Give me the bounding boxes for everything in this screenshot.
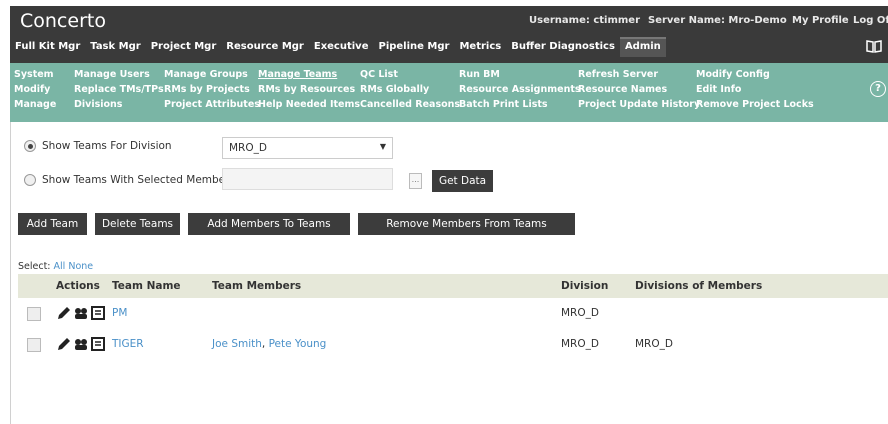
submenu-modify[interactable]: Modify — [14, 82, 56, 97]
pencil-icon[interactable] — [56, 336, 72, 352]
nav-admin[interactable]: Admin — [619, 37, 666, 57]
rms-by-projects-link[interactable]: RMs by Projects — [164, 82, 260, 97]
team-member-divisions: MRO_D — [635, 338, 673, 350]
submenu-manage[interactable]: Manage — [14, 97, 56, 112]
row-checkbox[interactable] — [27, 307, 41, 321]
submenu-system[interactable]: System — [14, 67, 56, 82]
division-select-value: MRO_D — [229, 142, 267, 154]
nav-executive[interactable]: Executive — [309, 37, 374, 57]
select-none-link[interactable]: None — [68, 261, 93, 272]
chevron-down-icon: ▼ — [379, 142, 386, 151]
book-icon[interactable] — [866, 39, 882, 53]
division-radio[interactable] — [24, 140, 36, 152]
delete-teams-button[interactable]: Delete Teams — [95, 213, 180, 235]
row-actions — [56, 336, 107, 352]
select-all-none: Select: All None — [18, 261, 93, 272]
team-members-icon[interactable] — [73, 305, 89, 321]
header-division[interactable]: Division — [561, 280, 608, 292]
member-separator: , — [261, 338, 269, 350]
submenu-column-7: Refresh Server Resource Names Project Up… — [578, 67, 700, 112]
nav-metrics[interactable]: Metrics — [454, 37, 506, 57]
document-icon[interactable] — [90, 305, 106, 321]
edit-info-link[interactable]: Edit Info — [696, 82, 814, 97]
nav-buffer-diagnostics[interactable]: Buffer Diagnostics — [506, 37, 620, 57]
help-icon[interactable]: ? — [870, 81, 886, 97]
header-divisions-of-members[interactable]: Divisions of Members — [635, 280, 762, 292]
refresh-server-link[interactable]: Refresh Server — [578, 67, 700, 82]
project-attributes-link[interactable]: Project Attributes — [164, 97, 260, 112]
team-name-link[interactable]: TIGER — [112, 338, 144, 350]
rms-globally-link[interactable]: RMs Globally — [360, 82, 460, 97]
table-row: TIGER Joe Smith, Pete Young MRO_D MRO_D — [18, 331, 888, 361]
nav-project-mgr[interactable]: Project Mgr — [146, 37, 222, 57]
top-header: Concerto Username: ctimmer Server Name: … — [10, 6, 888, 63]
replace-tms-tps-link[interactable]: Replace TMs/TPs — [74, 82, 164, 97]
division-radio-row: Show Teams For Division — [24, 140, 172, 152]
select-all-link[interactable]: All — [54, 261, 66, 272]
qc-list-link[interactable]: QC List — [360, 67, 460, 82]
select-members-button[interactable]: ... — [409, 173, 422, 189]
member-link[interactable]: Pete Young — [269, 338, 327, 350]
my-profile-link[interactable]: My Profile — [792, 15, 849, 26]
nav-pipeline-mgr[interactable]: Pipeline Mgr — [373, 37, 454, 57]
add-team-button[interactable]: Add Team — [18, 213, 87, 235]
project-update-history-link[interactable]: Project Update History — [578, 97, 700, 112]
content-border — [10, 122, 11, 424]
rms-by-resources-link[interactable]: RMs by Resources — [258, 82, 360, 97]
app-title: Concerto — [20, 10, 106, 32]
team-division: MRO_D — [561, 307, 599, 319]
selected-members-input[interactable] — [222, 168, 393, 190]
remove-members-from-teams-button[interactable]: Remove Members From Teams — [358, 213, 575, 235]
get-data-button[interactable]: Get Data — [432, 170, 493, 192]
admin-submenu: System Modify Manage Manage Users Replac… — [10, 63, 888, 122]
table-row: PM MRO_D — [18, 300, 888, 330]
team-members-icon[interactable] — [73, 336, 89, 352]
row-actions — [56, 305, 107, 321]
manage-teams-link[interactable]: Manage Teams — [258, 67, 360, 82]
resource-assignments-link[interactable]: Resource Assignments — [459, 82, 581, 97]
submenu-category-column: System Modify Manage — [14, 67, 56, 112]
batch-print-lists-link[interactable]: Batch Print Lists — [459, 97, 581, 112]
team-name-link[interactable]: PM — [112, 307, 127, 319]
row-checkbox[interactable] — [27, 338, 41, 352]
header-actions: Actions — [56, 280, 100, 292]
member-link[interactable]: Joe Smith — [212, 338, 262, 350]
run-bm-link[interactable]: Run BM — [459, 67, 581, 82]
submenu-column-8: Modify Config Edit Info Remove Project L… — [696, 67, 814, 112]
header-team-members[interactable]: Team Members — [212, 280, 301, 292]
submenu-column-2: Manage Users Replace TMs/TPs Divisions — [74, 67, 164, 112]
pencil-icon[interactable] — [56, 305, 72, 321]
table-header: Actions Team Name Team Members Division … — [18, 274, 888, 298]
divisions-link[interactable]: Divisions — [74, 97, 164, 112]
nav-full-kit-mgr[interactable]: Full Kit Mgr — [10, 37, 85, 57]
members-radio-row: Show Teams With Selected Members — [24, 174, 235, 186]
document-icon[interactable] — [90, 336, 106, 352]
main-nav: Full Kit Mgr Task Mgr Project Mgr Resour… — [10, 37, 666, 57]
team-division: MRO_D — [561, 338, 599, 350]
cancelled-reasons-link[interactable]: Cancelled Reasons — [360, 97, 460, 112]
header-team-name[interactable]: Team Name — [112, 280, 181, 292]
resource-names-link[interactable]: Resource Names — [578, 82, 700, 97]
nav-resource-mgr[interactable]: Resource Mgr — [221, 37, 309, 57]
manage-groups-link[interactable]: Manage Groups — [164, 67, 260, 82]
select-label: Select: — [18, 261, 51, 272]
username-label: Username: ctimmer — [529, 15, 641, 26]
team-members: Joe Smith, Pete Young — [212, 338, 326, 350]
modify-config-link[interactable]: Modify Config — [696, 67, 814, 82]
server-name-label: Server Name: Mro-Demo — [648, 15, 787, 26]
help-needed-items-link[interactable]: Help Needed Items — [258, 97, 360, 112]
members-radio[interactable] — [24, 174, 36, 186]
submenu-column-4: Manage Teams RMs by Resources Help Neede… — [258, 67, 360, 112]
manage-users-link[interactable]: Manage Users — [74, 67, 164, 82]
remove-project-locks-link[interactable]: Remove Project Locks — [696, 97, 814, 112]
add-members-to-teams-button[interactable]: Add Members To Teams — [188, 213, 350, 235]
members-radio-label: Show Teams With Selected Members — [42, 174, 235, 186]
division-select[interactable]: MRO_D ▼ — [222, 137, 393, 159]
submenu-column-6: Run BM Resource Assignments Batch Print … — [459, 67, 581, 112]
log-off-link[interactable]: Log Off — [853, 15, 888, 26]
division-radio-label: Show Teams For Division — [42, 140, 172, 152]
nav-task-mgr[interactable]: Task Mgr — [85, 37, 145, 57]
submenu-column-3: Manage Groups RMs by Projects Project At… — [164, 67, 260, 112]
submenu-column-5: QC List RMs Globally Cancelled Reasons — [360, 67, 460, 112]
